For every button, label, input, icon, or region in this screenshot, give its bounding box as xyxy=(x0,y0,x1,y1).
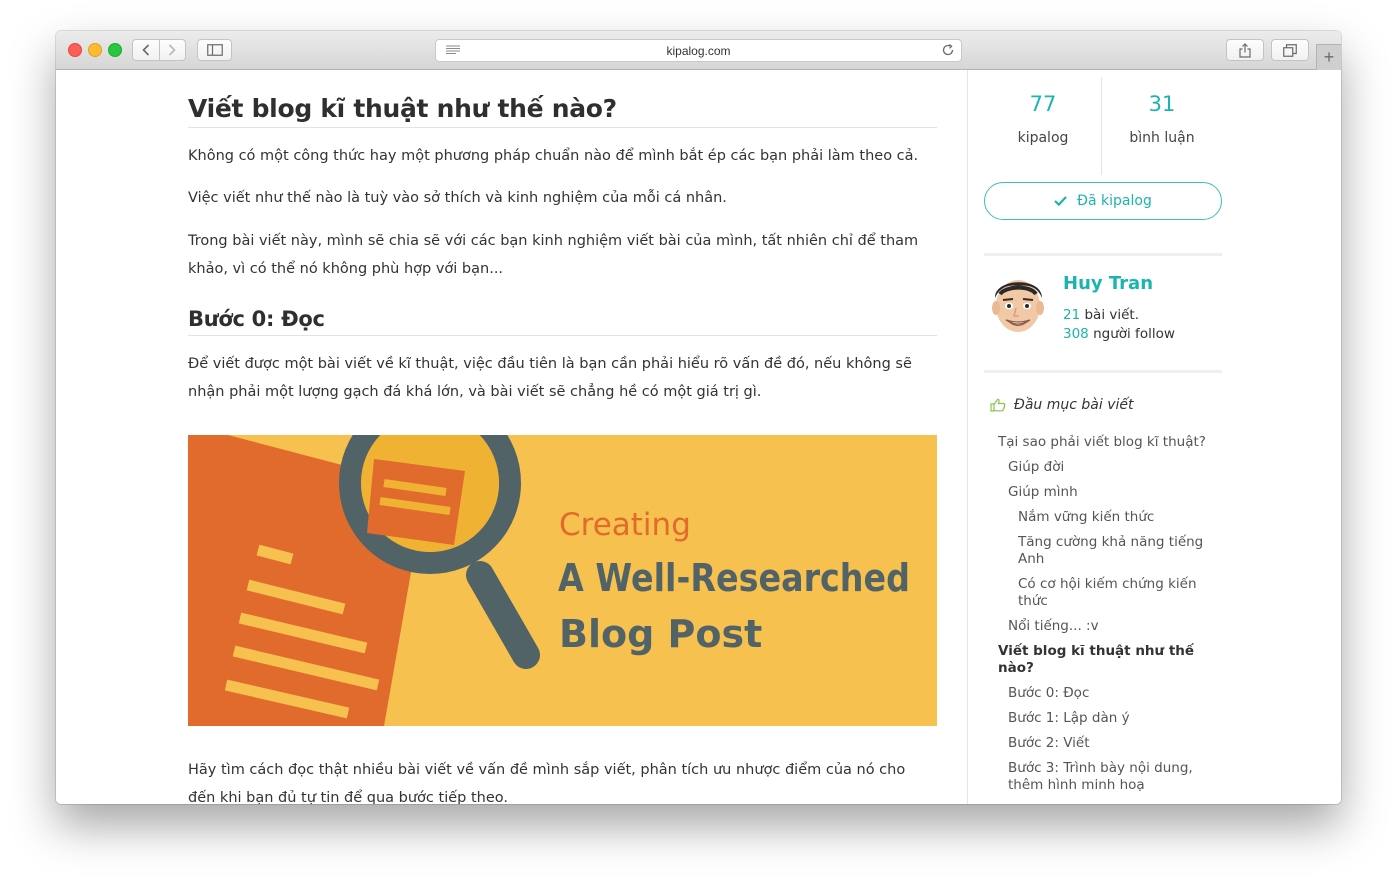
followers-count[interactable]: 308 xyxy=(1063,326,1089,342)
toc-item-active[interactable]: Viết blog kĩ thuật như thế nào? xyxy=(984,643,1198,677)
sidebar-divider xyxy=(967,70,968,804)
article-paragraph: Không có một công thức hay một phương ph… xyxy=(188,148,919,164)
toc-item[interactable]: Giúp đời xyxy=(984,459,1222,476)
check-icon xyxy=(1054,196,1067,206)
section-heading: Bước 0: Đọc xyxy=(188,307,937,336)
article-hero-image: Creating A Well-Researched Blog Post xyxy=(188,435,937,726)
article-paragraph: Hãy tìm cách đọc thật nhiều bài viết về … xyxy=(188,762,906,804)
share-icon xyxy=(1239,42,1251,58)
tabs-icon xyxy=(1283,43,1297,57)
author-posts: 21 bài viết. xyxy=(1063,307,1139,323)
show-all-tabs-button[interactable] xyxy=(1271,39,1309,61)
toc-item[interactable]: Tăng cường khả năng tiếng Anh xyxy=(984,534,1208,568)
sidebar: 77 kipalog 31 bình luận Đã kipalog Huy T… xyxy=(984,70,1222,793)
toc-item[interactable]: Nắm vững kiến thức xyxy=(984,509,1208,526)
author-card: Huy Tran 21 bài viết. 308 người follow xyxy=(984,270,1222,350)
table-of-contents: Tại sao phải viết blog kĩ thuật? Giúp đờ… xyxy=(984,434,1222,802)
address-bar[interactable]: kipalog.com xyxy=(435,39,962,62)
kipalog-stat: 77 kipalog xyxy=(984,70,1102,146)
navigation-buttons xyxy=(132,39,186,61)
article: Viết blog kĩ thuật như thế nào? Không có… xyxy=(188,70,937,804)
toc-item[interactable]: Tại sao phải viết blog kĩ thuật? xyxy=(984,434,1222,451)
toc-item[interactable]: Bước 3: Trình bày nội dung, thêm hình mi… xyxy=(984,760,1208,794)
thumbs-up-icon xyxy=(990,398,1006,412)
article-paragraph: Để viết được một bài viết về kĩ thuật, v… xyxy=(188,356,912,400)
toc-item[interactable]: Bước 0: Đọc xyxy=(984,685,1222,702)
kipalog-button[interactable]: Đã kipalog xyxy=(984,182,1222,220)
comment-label: bình luận xyxy=(1129,130,1195,146)
toc-item[interactable]: Nổi tiếng... :v xyxy=(984,618,1222,635)
plus-icon: + xyxy=(1323,47,1335,67)
toc-title: Đầu mục bài viết xyxy=(1014,397,1134,413)
browser-toolbar: kipalog.com + xyxy=(56,31,1341,70)
article-title: Viết blog kĩ thuật như thế nào? xyxy=(188,94,937,128)
article-paragraph: Trong bài viết này, mình sẽ chia sẽ với … xyxy=(188,233,919,277)
kipalog-label: kipalog xyxy=(1017,130,1069,146)
share-button[interactable] xyxy=(1226,39,1264,61)
toc-item[interactable]: Giúp mình xyxy=(984,484,1222,501)
kipalog-button-label: Đã kipalog xyxy=(1077,193,1152,209)
toc-item[interactable]: Có cơ hội kiếm chứng kiến thức xyxy=(984,576,1208,610)
stats-panel: 77 kipalog 31 bình luận xyxy=(984,70,1222,175)
followers-suffix: người follow xyxy=(1093,326,1175,342)
article-paragraph: Việc viết như thế nào là tuỳ vào sở thíc… xyxy=(188,190,727,206)
kipalog-count: 77 xyxy=(1029,92,1057,116)
toc-item[interactable]: Bước 1: Lập dàn ý xyxy=(984,710,1222,727)
show-sidebar-button[interactable] xyxy=(197,39,232,61)
close-window-button[interactable] xyxy=(68,43,82,57)
page-content: Viết blog kĩ thuật như thế nào? Không có… xyxy=(56,70,1341,804)
comment-count: 31 xyxy=(1148,92,1176,116)
author-followers: 308 người follow xyxy=(1063,326,1175,342)
sidebar-icon xyxy=(206,44,223,56)
hero-title-line1: Creating xyxy=(559,507,691,543)
zoom-window-button[interactable] xyxy=(108,43,122,57)
browser-window: kipalog.com + Viết blog kĩ thuật như thế… xyxy=(56,31,1341,804)
new-tab-button[interactable]: + xyxy=(1316,44,1341,70)
reload-icon[interactable] xyxy=(941,43,955,57)
comment-stat: 31 bình luận xyxy=(1103,70,1221,146)
posts-suffix: bài viết. xyxy=(1084,307,1139,323)
posts-count[interactable]: 21 xyxy=(1063,307,1080,323)
hero-title-line3: Blog Post xyxy=(559,612,762,656)
toc-heading: Đầu mục bài viết xyxy=(990,397,1134,413)
minimize-window-button[interactable] xyxy=(88,43,102,57)
forward-button[interactable] xyxy=(160,40,186,60)
url-text: kipalog.com xyxy=(666,44,731,58)
avatar[interactable] xyxy=(986,270,1050,336)
toc-item[interactable]: Bước 2: Viết xyxy=(984,735,1222,752)
hero-title-line2: A Well-Researched xyxy=(558,556,910,600)
chevron-left-icon xyxy=(142,44,149,56)
author-name[interactable]: Huy Tran xyxy=(1063,273,1153,294)
back-button[interactable] xyxy=(133,40,159,60)
chevron-right-icon xyxy=(169,44,176,56)
